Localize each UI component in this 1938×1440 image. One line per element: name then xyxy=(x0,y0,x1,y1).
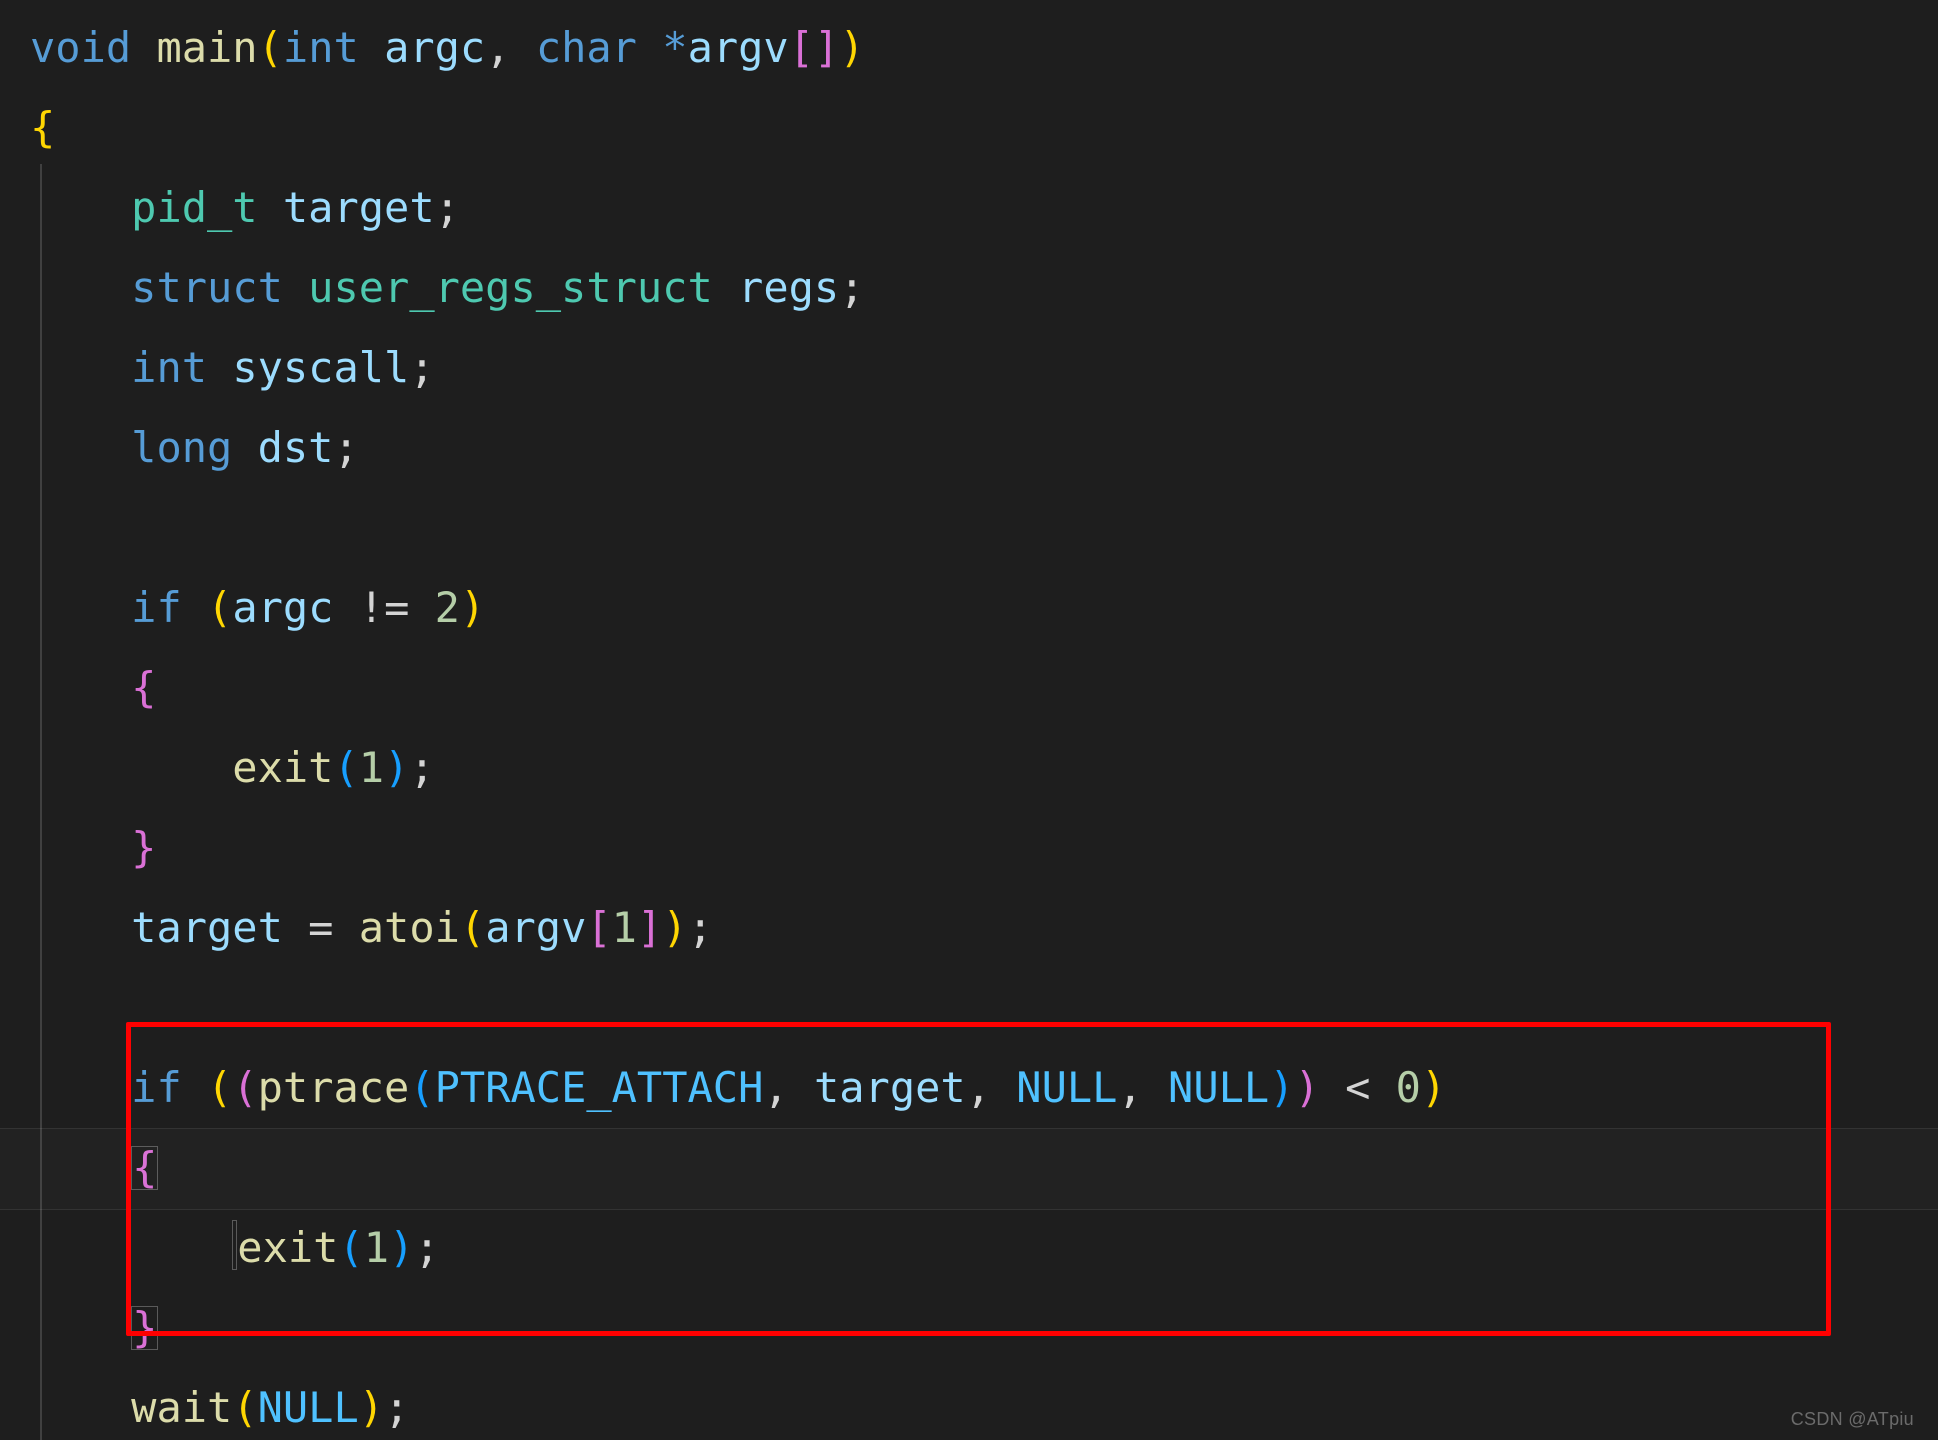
brace-open: { xyxy=(30,103,55,152)
var-target: target xyxy=(131,903,283,952)
semi: ; xyxy=(409,343,434,392)
semi: ; xyxy=(435,183,460,232)
num-1: 1 xyxy=(359,743,384,792)
paren-close: ) xyxy=(839,23,864,72)
ty-pid-t: pid_t xyxy=(131,183,257,232)
var-syscall: syscall xyxy=(232,343,409,392)
num-0: 0 xyxy=(1396,1063,1421,1112)
kw-long: long xyxy=(131,423,232,472)
code-editor[interactable]: void main(int argc, char *argv[]) { pid_… xyxy=(0,0,1938,1440)
watermark: CSDN @ATpiu xyxy=(1791,1409,1914,1430)
comma: , xyxy=(763,1063,788,1112)
semi: ; xyxy=(414,1223,439,1272)
op-neq: != xyxy=(359,583,410,632)
semi: ; xyxy=(333,423,358,472)
const-ptrace-attach: PTRACE_ATTACH xyxy=(435,1063,764,1112)
semi: ; xyxy=(384,1383,409,1432)
sq-open: [ xyxy=(586,903,611,952)
kw-char: char xyxy=(536,23,637,72)
sq-close: ] xyxy=(814,23,839,72)
var-argc: argc xyxy=(232,583,333,632)
paren-close: ) xyxy=(1269,1063,1294,1112)
var-dst: dst xyxy=(258,423,334,472)
paren-open: ( xyxy=(232,1383,257,1432)
kw-int: int xyxy=(131,343,207,392)
num-1: 1 xyxy=(612,903,637,952)
semi: ; xyxy=(839,263,864,312)
code-content: void main(int argc, char *argv[]) { pid_… xyxy=(0,0,1938,1440)
var-argv: argv xyxy=(688,23,789,72)
ty-user-regs-struct: user_regs_struct xyxy=(308,263,713,312)
brace-open-matched: { xyxy=(131,1146,158,1190)
fn-exit: exit xyxy=(232,743,333,792)
paren-close: ) xyxy=(662,903,687,952)
paren-open: ( xyxy=(338,1223,363,1272)
brace-close: } xyxy=(131,823,156,872)
paren-close: ) xyxy=(389,1223,414,1272)
const-null: NULL xyxy=(1016,1063,1117,1112)
kw-void: void xyxy=(30,23,131,72)
op-lt: < xyxy=(1345,1063,1370,1112)
paren-open: ( xyxy=(333,743,358,792)
fn-atoi: atoi xyxy=(359,903,460,952)
brace-close-matched: } xyxy=(131,1306,158,1350)
sq-open: [ xyxy=(789,23,814,72)
num-2: 2 xyxy=(435,583,460,632)
paren-open: ( xyxy=(258,23,283,72)
comma: , xyxy=(485,23,510,72)
kw-struct: struct xyxy=(131,263,283,312)
paren-close: ) xyxy=(460,583,485,632)
comma: , xyxy=(1117,1063,1142,1112)
fn-ptrace: ptrace xyxy=(258,1063,410,1112)
var-target: target xyxy=(814,1063,966,1112)
comma: , xyxy=(966,1063,991,1112)
var-regs: regs xyxy=(738,263,839,312)
paren-open: ( xyxy=(207,1063,232,1112)
semi: ; xyxy=(688,903,713,952)
semi: ; xyxy=(409,743,434,792)
brace-open: { xyxy=(131,663,156,712)
kw-if: if xyxy=(131,583,182,632)
var-argc: argc xyxy=(384,23,485,72)
var-argv: argv xyxy=(485,903,586,952)
fn-exit: exit xyxy=(237,1223,338,1272)
sq-close: ] xyxy=(637,903,662,952)
const-null: NULL xyxy=(258,1383,359,1432)
paren-open: ( xyxy=(409,1063,434,1112)
paren-close: ) xyxy=(1294,1063,1319,1112)
op-eq: = xyxy=(308,903,333,952)
paren-open: ( xyxy=(460,903,485,952)
fn-wait: wait xyxy=(131,1383,232,1432)
fn-main: main xyxy=(156,23,257,72)
const-null: NULL xyxy=(1168,1063,1269,1112)
paren-close: ) xyxy=(384,743,409,792)
num-1: 1 xyxy=(364,1223,389,1272)
var-target: target xyxy=(283,183,435,232)
kw-if: if xyxy=(131,1063,182,1112)
paren-open: ( xyxy=(207,583,232,632)
kw-int: int xyxy=(283,23,359,72)
paren-open: ( xyxy=(232,1063,257,1112)
indent-guide xyxy=(40,164,42,1440)
op-star: * xyxy=(662,23,687,72)
paren-close: ) xyxy=(1421,1063,1446,1112)
paren-close: ) xyxy=(359,1383,384,1432)
